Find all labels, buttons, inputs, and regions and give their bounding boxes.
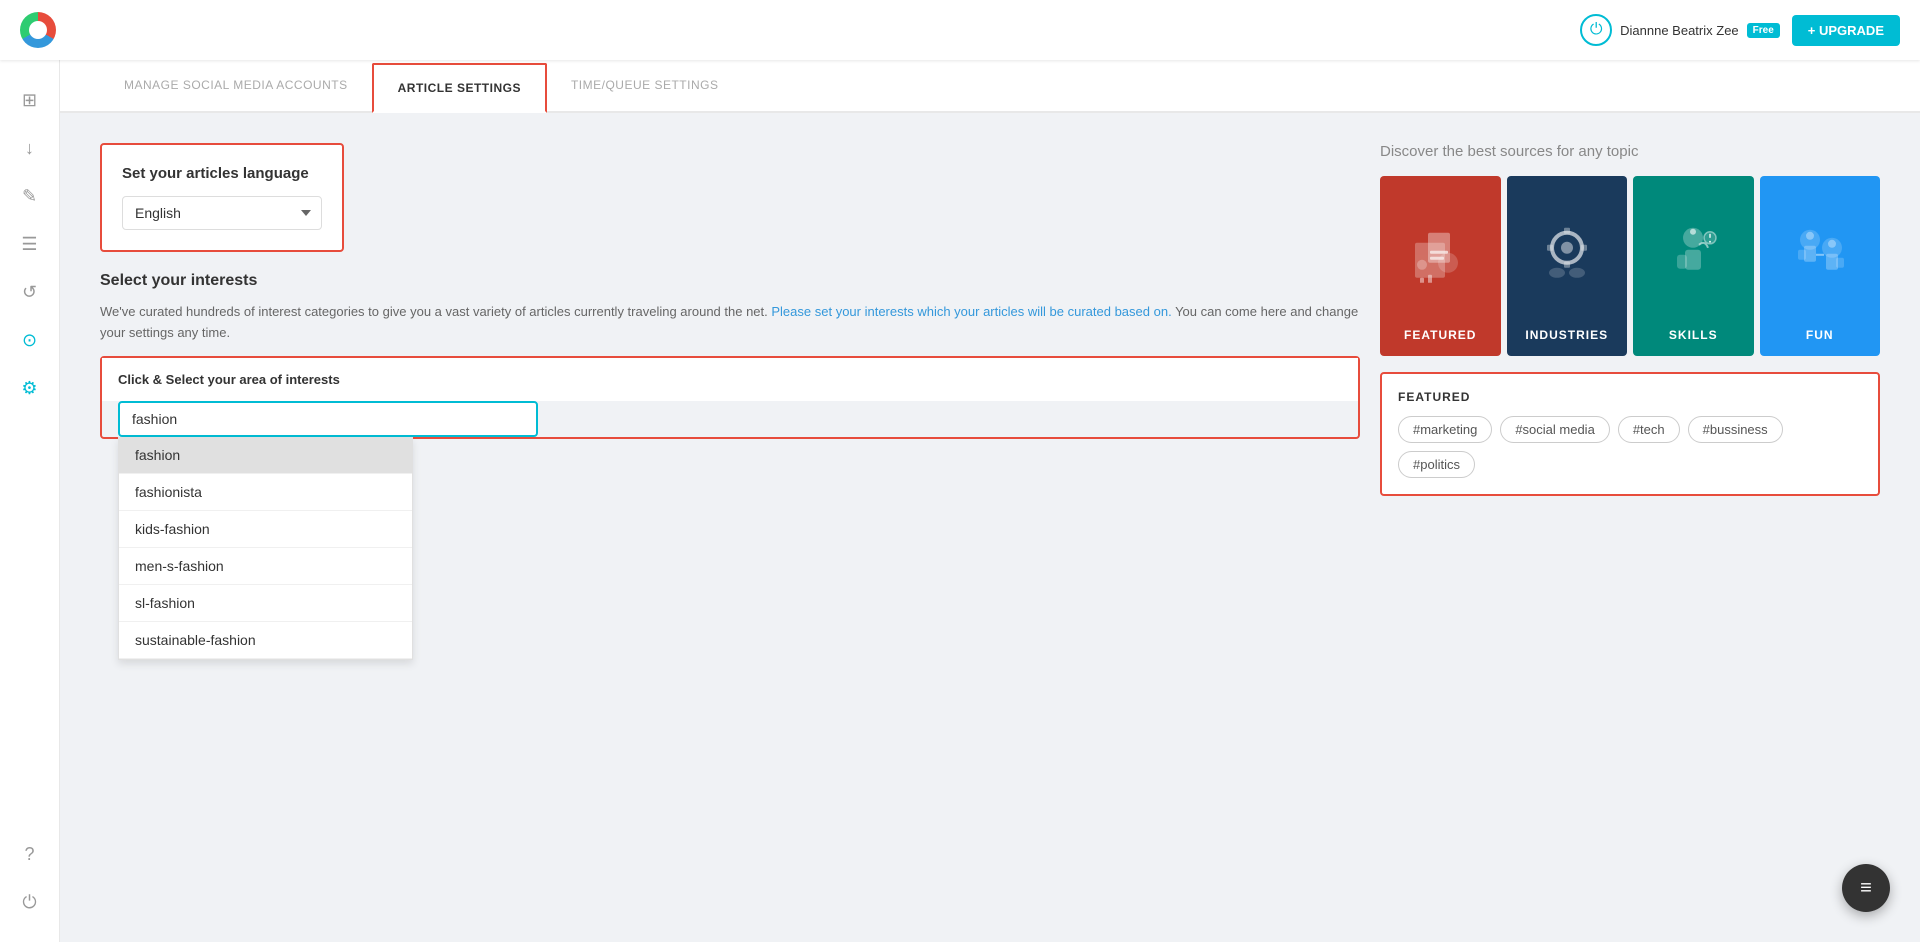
language-select[interactable]: English Spanish French German (122, 196, 322, 230)
sidebar-item-history[interactable]: ↺ (10, 272, 50, 312)
click-select-header: Click & Select your area of interests (102, 358, 1358, 401)
skills-label: SKILLS (1669, 328, 1718, 342)
sidebar: ⊞ ↓ ✎ ☰ ↺ ⊙ ⚙ ? ⏻ (0, 60, 60, 942)
sidebar-item-import[interactable]: ⊙ (10, 320, 50, 360)
tab-article-settings[interactable]: ARTICLE SETTINGS (372, 63, 547, 113)
fun-label: FUN (1806, 328, 1834, 342)
featured-label: FEATURED (1404, 328, 1476, 342)
sidebar-bottom: ? ⏻ (10, 834, 50, 922)
cat-card-skills[interactable]: SKILLS (1633, 176, 1754, 356)
user-info: ⏻ Diannne Beatrix Zee Free (1580, 14, 1780, 46)
discover-text: Discover the best sources for any topic (1380, 143, 1880, 160)
featured-tags-box: FEATURED #marketing #social media #tech … (1380, 372, 1880, 496)
tag-politics[interactable]: #politics (1398, 451, 1475, 478)
language-title: Set your articles language (122, 165, 322, 182)
user-name: Diannne Beatrix Zee (1620, 23, 1739, 38)
sidebar-item-help[interactable]: ? (10, 834, 50, 874)
left-panel: Set your articles language English Spani… (100, 143, 1360, 905)
tabs-bar: MANAGE SOCIAL MEDIA ACCOUNTS ARTICLE SET… (60, 60, 1920, 113)
tab-manage-social[interactable]: MANAGE SOCIAL MEDIA ACCOUNTS (100, 60, 372, 113)
main-layout: ⊞ ↓ ✎ ☰ ↺ ⊙ ⚙ ? ⏻ MANAGE SOCIAL MEDIA AC… (0, 60, 1920, 942)
sidebar-item-logout[interactable]: ⏻ (10, 882, 50, 922)
tag-bussiness[interactable]: #bussiness (1688, 416, 1783, 443)
top-nav: ⏻ Diannne Beatrix Zee Free + UPGRADE (0, 0, 1920, 60)
fab-button[interactable]: ≡ (1842, 864, 1890, 912)
desc-link[interactable]: Please set your interests which your art… (771, 304, 1171, 319)
logo-area (20, 12, 56, 48)
tags-row: #marketing #social media #tech #bussines… (1398, 416, 1862, 478)
fun-icon (1790, 220, 1850, 297)
interests-desc: We've curated hundreds of interest categ… (100, 302, 1360, 344)
dropdown-item-kids-fashion[interactable]: kids-fashion (119, 511, 412, 548)
content-area: Set your articles language English Spani… (60, 113, 1920, 935)
free-badge: Free (1747, 23, 1780, 38)
content: MANAGE SOCIAL MEDIA ACCOUNTS ARTICLE SET… (60, 60, 1920, 942)
right-panel: Discover the best sources for any topic (1380, 143, 1880, 905)
sidebar-item-download[interactable]: ↓ (10, 128, 50, 168)
category-cards: FEATURED (1380, 176, 1880, 356)
sidebar-item-settings[interactable]: ⚙ (10, 368, 50, 408)
dropdown-item-mens-fashion[interactable]: men-s-fashion (119, 548, 412, 585)
click-select-box: Click & Select your area of interests fa… (100, 356, 1360, 439)
featured-section-label: FEATURED (1398, 390, 1862, 404)
language-box: Set your articles language English Spani… (100, 143, 344, 252)
tag-social-media[interactable]: #social media (1500, 416, 1610, 443)
cat-card-industries[interactable]: INDUSTRIES (1507, 176, 1628, 356)
sidebar-item-feed[interactable]: ☰ (10, 224, 50, 264)
industries-icon (1537, 223, 1597, 295)
cat-card-fun[interactable]: FUN (1760, 176, 1881, 356)
cat-card-featured[interactable]: FEATURED (1380, 176, 1501, 356)
interest-search-input[interactable] (118, 401, 538, 437)
sidebar-item-compose[interactable]: ✎ (10, 176, 50, 216)
logo-inner (29, 21, 47, 39)
featured-icon (1410, 223, 1470, 295)
tab-time-queue[interactable]: TIME/QUEUE SETTINGS (547, 60, 743, 113)
skills-icon (1663, 220, 1723, 297)
interests-section: Select your interests We've curated hund… (100, 272, 1360, 439)
dropdown-item-fashion[interactable]: fashion (119, 437, 412, 474)
sidebar-item-dashboard[interactable]: ⊞ (10, 80, 50, 120)
dropdown-item-sustainable-fashion[interactable]: sustainable-fashion (119, 622, 412, 659)
tag-tech[interactable]: #tech (1618, 416, 1680, 443)
app-logo[interactable] (20, 12, 56, 48)
dropdown-item-sl-fashion[interactable]: sl-fashion (119, 585, 412, 622)
language-section: Set your articles language English Spani… (100, 143, 1360, 252)
user-avatar: ⏻ (1580, 14, 1612, 46)
dropdown-list: fashion fashionista kids-fashion men-s-f… (118, 437, 413, 660)
tag-marketing[interactable]: #marketing (1398, 416, 1492, 443)
top-nav-right: ⏻ Diannne Beatrix Zee Free + UPGRADE (1580, 14, 1900, 46)
upgrade-button[interactable]: + UPGRADE (1792, 15, 1900, 46)
dropdown-item-fashionista[interactable]: fashionista (119, 474, 412, 511)
industries-label: INDUSTRIES (1525, 328, 1608, 342)
interests-title: Select your interests (100, 272, 1360, 290)
search-input-wrapper (102, 401, 1358, 437)
